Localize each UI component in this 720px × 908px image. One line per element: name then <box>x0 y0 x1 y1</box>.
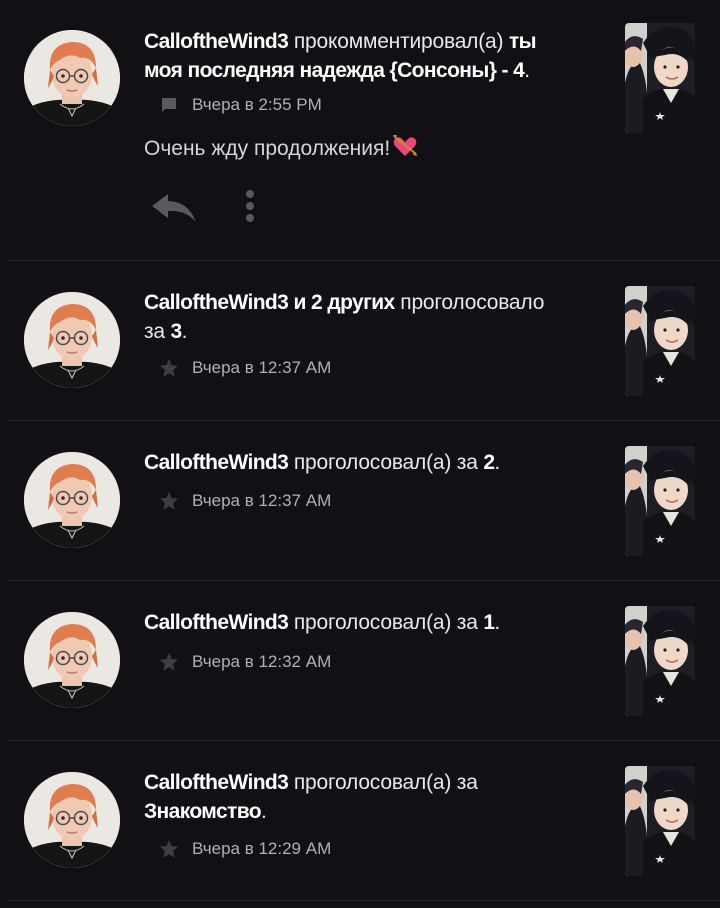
notification-item[interactable]: CalloftheWind3 проголосовал(а) за 2. Вче… <box>0 421 720 580</box>
reply-icon <box>152 194 196 222</box>
story-thumbnail[interactable] <box>625 766 695 876</box>
avatar[interactable] <box>24 30 120 126</box>
notification-text: CalloftheWind3 прокомментировал(а) ты моя… <box>144 30 537 82</box>
notification-text: CalloftheWind3 и 2 других проголосовало з… <box>144 291 545 343</box>
divider <box>8 900 720 901</box>
part-title[interactable]: 3 <box>171 320 183 343</box>
notification-text: CalloftheWind3 проголосовал(а) за 1. <box>144 611 501 634</box>
notification-text: CalloftheWind3 проголосовал(а) за 2. <box>144 451 501 474</box>
more-options-button[interactable] <box>236 186 264 226</box>
timestamp-row: Вчера в 12:37 AM <box>158 356 331 380</box>
part-title[interactable]: Знакомство <box>144 800 262 823</box>
avatar[interactable] <box>24 612 120 708</box>
story-title-part2[interactable]: моя последняя надежда {Сонсоны} - 4 <box>144 59 525 82</box>
notification-item[interactable]: CalloftheWind3 проголосовал(а) за Знакомс… <box>0 741 720 900</box>
actor-name[interactable]: CalloftheWind3 <box>144 291 289 314</box>
notification-item[interactable]: CalloftheWind3 и 2 других проголосовало з… <box>0 261 720 420</box>
notification-item[interactable]: CalloftheWind3 прокомментировал(а) ты моя… <box>0 0 720 260</box>
actor-name[interactable]: CalloftheWind3 <box>144 451 289 474</box>
comment-icon <box>158 94 180 116</box>
reply-button[interactable] <box>150 192 198 226</box>
star-icon <box>158 838 180 860</box>
part-title[interactable]: 2 <box>483 451 495 474</box>
timestamp: Вчера в 12:37 AM <box>192 491 332 510</box>
story-thumbnail[interactable] <box>625 606 695 716</box>
heart-arrow-emoji <box>392 133 419 167</box>
avatar[interactable] <box>24 452 120 548</box>
timestamp: Вчера в 2:55 PM <box>192 95 322 114</box>
avatar[interactable] <box>24 292 120 388</box>
notification-text: CalloftheWind3 проголосовал(а) за Знакомс… <box>144 771 478 823</box>
timestamp: Вчера в 12:32 AM <box>192 652 332 671</box>
avatar[interactable] <box>24 772 120 868</box>
story-thumbnail[interactable] <box>625 23 695 133</box>
timestamp-row: Вчера в 2:55 PM <box>158 93 322 117</box>
timestamp-row: Вчера в 12:32 AM <box>158 650 331 674</box>
story-title-part1[interactable]: ты <box>509 30 537 53</box>
actor-name[interactable]: CalloftheWind3 <box>144 611 289 634</box>
notification-item[interactable]: CalloftheWind3 проголосовал(а) за 1. Вче… <box>0 581 720 740</box>
actor-name[interactable]: CalloftheWind3 <box>144 771 289 794</box>
star-icon <box>158 651 180 673</box>
timestamp-row: Вчера в 12:37 AM <box>158 489 331 513</box>
timestamp-row: Вчера в 12:29 AM <box>158 837 331 861</box>
more-vertical-icon <box>246 190 254 222</box>
star-icon <box>158 490 180 512</box>
comment-text: Очень жду продолжения! <box>144 133 419 167</box>
action-text: прокомментировал(а) <box>288 30 509 53</box>
timestamp: Вчера в 12:37 AM <box>192 358 332 377</box>
story-thumbnail[interactable] <box>625 446 695 556</box>
others-count[interactable]: и 2 других <box>288 291 395 314</box>
actor-name[interactable]: CalloftheWind3 <box>144 30 289 53</box>
timestamp: Вчера в 12:29 AM <box>192 839 332 858</box>
story-thumbnail[interactable] <box>625 286 695 396</box>
part-title[interactable]: 1 <box>483 611 495 634</box>
star-icon <box>158 357 180 379</box>
